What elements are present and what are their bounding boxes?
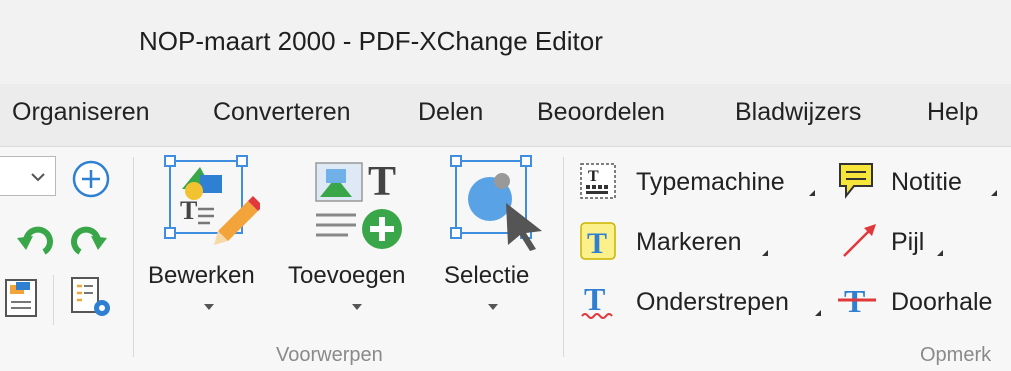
- menu-converteren[interactable]: Converteren: [213, 98, 351, 127]
- svg-text:T: T: [368, 159, 396, 205]
- svg-text:T: T: [587, 227, 607, 260]
- select-objects-icon[interactable]: [446, 153, 546, 253]
- edit-objects-icon[interactable]: T: [160, 153, 260, 253]
- chevron-down-icon[interactable]: [352, 304, 362, 310]
- group-separator: [563, 157, 564, 357]
- highlight-icon[interactable]: T: [580, 222, 616, 260]
- strikethrough-icon[interactable]: T: [836, 282, 878, 322]
- zoom-combobox[interactable]: [0, 156, 56, 196]
- menu-bar: Organiseren Converteren Delen Beoordelen…: [0, 84, 1011, 147]
- chevron-down-icon[interactable]: [488, 304, 498, 310]
- rotate-left-icon[interactable]: [14, 222, 54, 260]
- rotate-right-icon[interactable]: [70, 222, 110, 260]
- menu-bladwijzers[interactable]: Bladwijzers: [735, 98, 861, 127]
- add-objects-icon[interactable]: T: [312, 153, 412, 253]
- pijl-label[interactable]: Pijl: [891, 228, 924, 257]
- dropdown-arrow-icon[interactable]: [809, 190, 815, 196]
- group-separator: [133, 157, 134, 357]
- title-bar: NOP-maart 2000 - PDF-XChange Editor: [0, 0, 1011, 84]
- group-label-voorwerpen: Voorwerpen: [276, 344, 383, 366]
- svg-text:T: T: [180, 196, 197, 225]
- menu-organiseren[interactable]: Organiseren: [12, 98, 150, 127]
- svg-text:T: T: [588, 168, 599, 185]
- menu-beoordelen[interactable]: Beoordelen: [537, 98, 665, 127]
- page-settings-icon[interactable]: [70, 276, 114, 322]
- toevoegen-label[interactable]: Toevoegen: [288, 262, 405, 290]
- chevron-down-icon[interactable]: [204, 304, 214, 310]
- group-label-opmerkingen: Opmerk: [920, 344, 992, 366]
- zoom-in-icon[interactable]: [70, 158, 112, 200]
- window-title: NOP-maart 2000 - PDF-XChange Editor: [139, 26, 603, 56]
- onderstrepen-label[interactable]: Onderstrepen: [636, 288, 789, 317]
- chevron-down-icon: [31, 173, 45, 182]
- notitie-label[interactable]: Notitie: [891, 168, 962, 197]
- underline-icon[interactable]: T: [580, 282, 616, 322]
- dropdown-arrow-icon[interactable]: [991, 190, 997, 196]
- separator: [53, 275, 54, 325]
- dropdown-arrow-icon[interactable]: [762, 250, 768, 256]
- typemachine-label[interactable]: Typemachine: [636, 168, 785, 197]
- arrow-icon[interactable]: [840, 222, 880, 260]
- markeren-label[interactable]: Markeren: [636, 228, 742, 257]
- dropdown-arrow-icon[interactable]: [937, 250, 943, 256]
- bewerken-label[interactable]: Bewerken: [148, 262, 255, 290]
- doorhale-label[interactable]: Doorhale: [891, 288, 992, 317]
- note-icon[interactable]: [836, 160, 876, 200]
- menu-help[interactable]: Help: [927, 98, 978, 127]
- page-properties-icon[interactable]: [4, 276, 40, 320]
- typewriter-icon[interactable]: T: [580, 163, 616, 199]
- dropdown-arrow-icon[interactable]: [815, 310, 821, 316]
- svg-text:T: T: [584, 282, 605, 317]
- menu-delen[interactable]: Delen: [418, 98, 483, 127]
- selectie-label[interactable]: Selectie: [444, 262, 529, 290]
